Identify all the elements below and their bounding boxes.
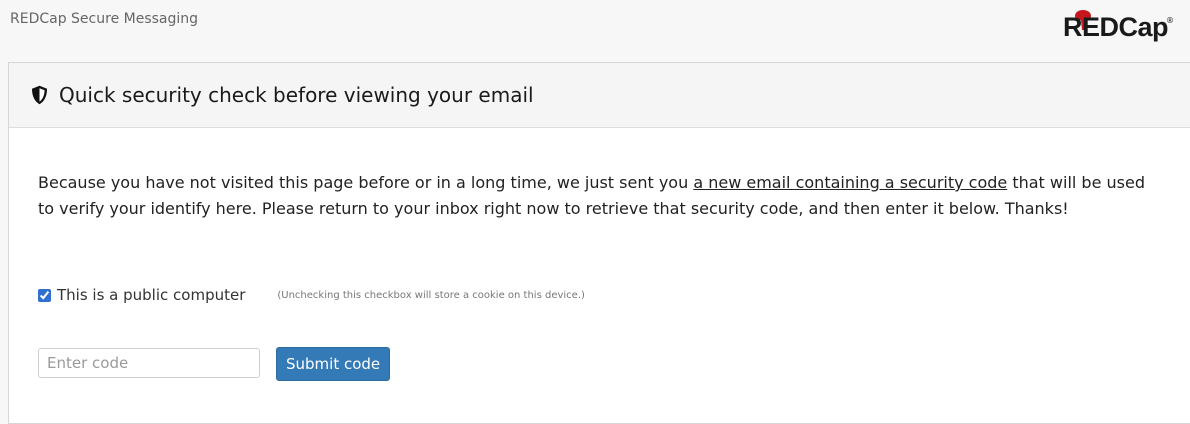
app-title: REDCap Secure Messaging [10,11,199,27]
public-computer-row: This is a public computer (Unchecking th… [38,284,585,306]
security-check-card: Quick security check before viewing your… [8,62,1190,424]
logo-registered-mark: ® [1166,16,1174,25]
card-header: Quick security check before viewing your… [9,63,1190,128]
top-bar: REDCap Secure Messaging REDCap ® [0,0,1190,62]
cookie-note: (Unchecking this checkbox will store a c… [277,289,585,301]
submit-code-button[interactable]: Submit code [276,347,391,381]
message-text-start: Because you have not visited this page b… [38,173,694,192]
instruction-message: Because you have not visited this page b… [38,170,1158,222]
new-email-link[interactable]: a new email containing a security code [693,173,1007,192]
logo-text: REDCap [1062,12,1169,42]
public-computer-checkbox[interactable] [38,288,51,302]
card-title: Quick security check before viewing your… [59,83,534,107]
redcap-logo: REDCap ® [1054,2,1174,50]
shield-half-icon [32,85,47,105]
security-code-input[interactable] [38,348,260,378]
public-computer-label[interactable]: This is a public computer [57,286,245,304]
